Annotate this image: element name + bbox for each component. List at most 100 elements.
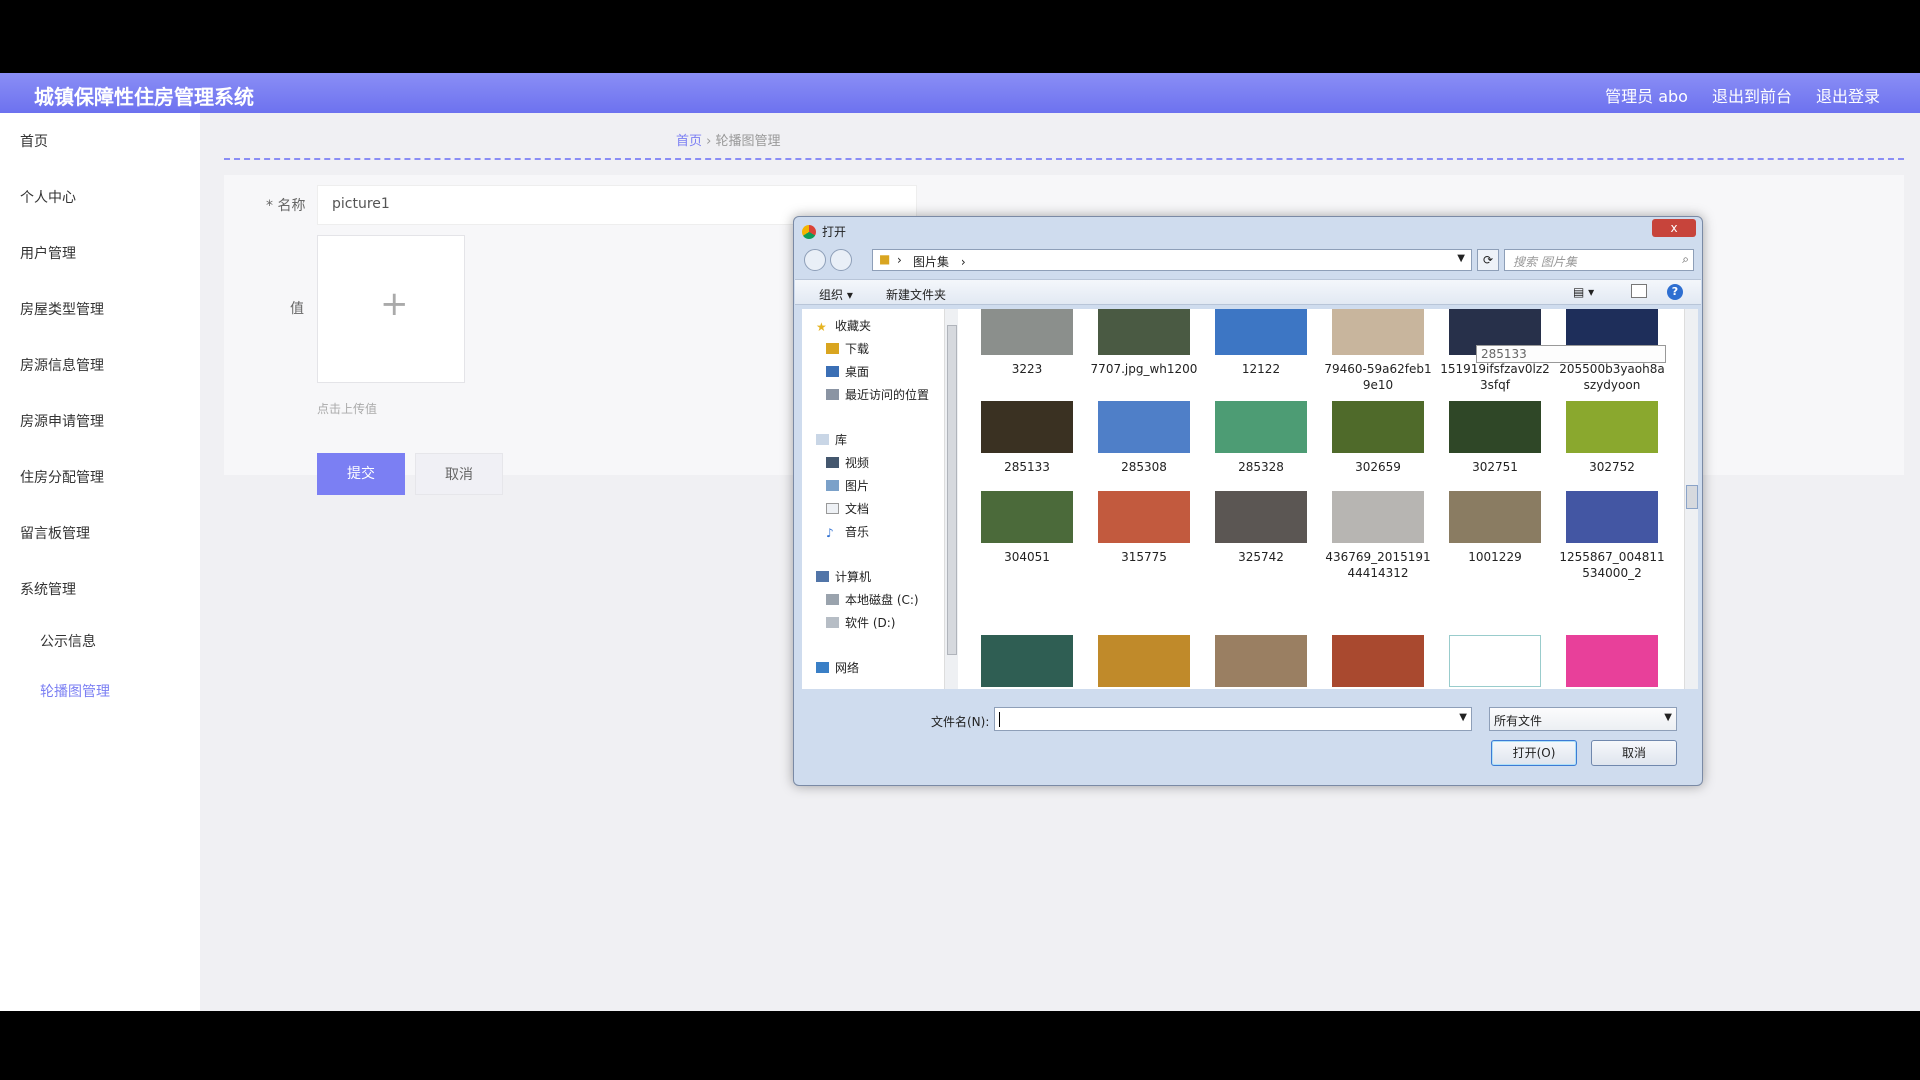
help-icon[interactable]: ?	[1667, 284, 1683, 300]
file-tile[interactable]: 285308	[1089, 401, 1199, 475]
submit-button[interactable]: 提交	[317, 453, 405, 495]
video-icon	[826, 457, 839, 468]
name-label: * 名称	[266, 198, 306, 214]
sidebar-item-user-management[interactable]: 用户管理	[20, 243, 76, 263]
file-tile[interactable]: 436769_201519144414312	[1323, 491, 1433, 581]
exit-to-front-link[interactable]: 退出到前台	[1712, 83, 1792, 107]
network-icon	[816, 662, 829, 673]
dialog-close-button[interactable]: x	[1652, 219, 1696, 237]
view-menu-arrow: ▾	[1588, 285, 1595, 299]
file-thumbnail	[1215, 401, 1307, 453]
tree-documents[interactable]: 文档	[826, 500, 869, 517]
open-button[interactable]: 打开(O)	[1491, 740, 1577, 766]
file-tile[interactable]: 1255867_004811534000_2	[1557, 491, 1667, 581]
filetype-select[interactable]: 所有文件 ▼	[1489, 707, 1677, 731]
filename-input[interactable]: ▼	[994, 707, 1472, 731]
file-thumbnail	[1332, 491, 1424, 543]
sidebar-item-carousel[interactable]: 轮播图管理	[40, 681, 110, 701]
breadcrumb-separator: ›	[706, 134, 712, 149]
file-thumbnail	[1098, 309, 1190, 355]
library-icon	[816, 434, 829, 445]
tree-pictures[interactable]: 图片	[826, 477, 869, 494]
file-name: 285133	[1004, 460, 1050, 474]
tree-computer[interactable]: 计算机	[816, 568, 871, 585]
file-thumbnail	[1449, 491, 1541, 543]
file-tile[interactable]: 79460-59a62feb19e10	[1323, 309, 1433, 393]
file-tile[interactable]	[972, 635, 1082, 689]
sidebar-item-housing-info[interactable]: 房源信息管理	[20, 355, 104, 375]
chrome-icon	[802, 225, 816, 239]
image-upload-box[interactable]: +	[317, 235, 465, 383]
file-tile[interactable]: 302751	[1440, 401, 1550, 475]
tree-downloads[interactable]: 下载	[826, 340, 869, 357]
file-tile[interactable]: 7707.jpg_wh1200	[1089, 309, 1199, 377]
sidebar-item-system-management[interactable]: 系统管理	[20, 579, 76, 599]
file-grid-scrollbar-thumb[interactable]	[1686, 485, 1698, 509]
preview-pane-icon[interactable]	[1631, 284, 1647, 298]
tree-disk-c[interactable]: 本地磁盘 (C:)	[826, 591, 919, 608]
file-open-dialog: 打开 x ■ › 图片集 › ▼ ⟳ 搜索 图片集 ⌕ 组织 ▾ 新建文件夹 ▤…	[793, 216, 1703, 786]
sidebar-item-housing-application[interactable]: 房源申请管理	[20, 411, 104, 431]
view-menu[interactable]: ▤ ▾	[1573, 285, 1594, 299]
tree-favorites[interactable]: ★ 收藏夹	[816, 317, 871, 334]
path-segment[interactable]: 图片集	[913, 255, 949, 269]
new-folder-button[interactable]: 新建文件夹	[886, 286, 946, 303]
tree-network[interactable]: 网络	[816, 659, 859, 676]
dialog-cancel-button[interactable]: 取消	[1591, 740, 1677, 766]
file-tile[interactable]	[1440, 635, 1550, 689]
navigation-tree: ★ 收藏夹 下载 桌面 最近访问的位置 库 视频 图片 文档 ♪ 音乐 计算机 本地…	[802, 309, 952, 689]
folder-icon: ■	[879, 252, 891, 266]
tree-library[interactable]: 库	[816, 431, 847, 448]
file-tile[interactable]: 285328	[1206, 401, 1316, 475]
path-chevron-icon: ›	[960, 255, 966, 269]
filetype-value: 所有文件	[1494, 714, 1543, 728]
back-button[interactable]	[804, 249, 826, 271]
file-tile[interactable]	[1089, 635, 1199, 689]
dialog-title: 打开	[822, 225, 847, 239]
file-thumbnail	[1098, 491, 1190, 543]
file-tile[interactable]: 302659	[1323, 401, 1433, 475]
value-label: 值	[290, 301, 304, 317]
file-tile[interactable]: 304051	[972, 491, 1082, 565]
file-tile[interactable]	[1206, 635, 1316, 689]
chevron-down-icon[interactable]: ▼	[1459, 712, 1467, 723]
address-bar[interactable]: ■ › 图片集 › ▼	[872, 249, 1472, 271]
organize-menu[interactable]: 组织 ▾	[819, 286, 853, 303]
file-tile[interactable]: 1001229	[1440, 491, 1550, 565]
forward-button[interactable]	[830, 249, 852, 271]
breadcrumb-home[interactable]: 首页	[676, 134, 702, 149]
tree-scrollbar[interactable]	[944, 309, 958, 689]
tree-scrollbar-thumb[interactable]	[947, 325, 957, 655]
file-thumbnail	[981, 491, 1073, 543]
tree-disk-d[interactable]: 软件 (D:)	[826, 614, 895, 631]
file-tile[interactable]: 3223	[972, 309, 1082, 377]
star-icon: ★	[816, 320, 827, 334]
file-tile[interactable]: 285133	[972, 401, 1082, 475]
text-caret	[999, 712, 1000, 727]
file-tile[interactable]	[1557, 635, 1667, 689]
tree-recent[interactable]: 最近访问的位置	[826, 386, 929, 403]
file-tile[interactable]: 325742	[1206, 491, 1316, 565]
sidebar-item-house-type[interactable]: 房屋类型管理	[20, 299, 104, 319]
tree-video[interactable]: 视频	[826, 454, 869, 471]
file-name: 285328	[1238, 460, 1284, 474]
file-tile[interactable]: 302752	[1557, 401, 1667, 475]
cancel-button[interactable]: 取消	[415, 453, 503, 495]
file-tile[interactable]: 12122	[1206, 309, 1316, 377]
file-grid-scrollbar[interactable]	[1684, 309, 1698, 689]
file-tile[interactable]: 315775	[1089, 491, 1199, 565]
sidebar-item-message-board[interactable]: 留言板管理	[20, 523, 90, 543]
sidebar-item-personal-center[interactable]: 个人中心	[20, 187, 76, 207]
logout-link[interactable]: 退出登录	[1816, 83, 1880, 107]
file-tile[interactable]	[1323, 635, 1433, 689]
file-thumbnail	[981, 309, 1073, 355]
tree-music[interactable]: ♪ 音乐	[826, 523, 869, 540]
search-icon[interactable]: ⌕	[1682, 252, 1689, 267]
search-input[interactable]: 搜索 图片集 ⌕	[1504, 249, 1694, 271]
chevron-down-icon[interactable]: ▼	[1457, 253, 1465, 264]
refresh-icon[interactable]: ⟳	[1477, 249, 1499, 271]
tree-desktop[interactable]: 桌面	[826, 363, 869, 380]
sidebar-item-home[interactable]: 首页	[20, 131, 48, 151]
sidebar-item-announcement[interactable]: 公示信息	[40, 631, 96, 651]
sidebar-item-allocation[interactable]: 住房分配管理	[20, 467, 104, 487]
